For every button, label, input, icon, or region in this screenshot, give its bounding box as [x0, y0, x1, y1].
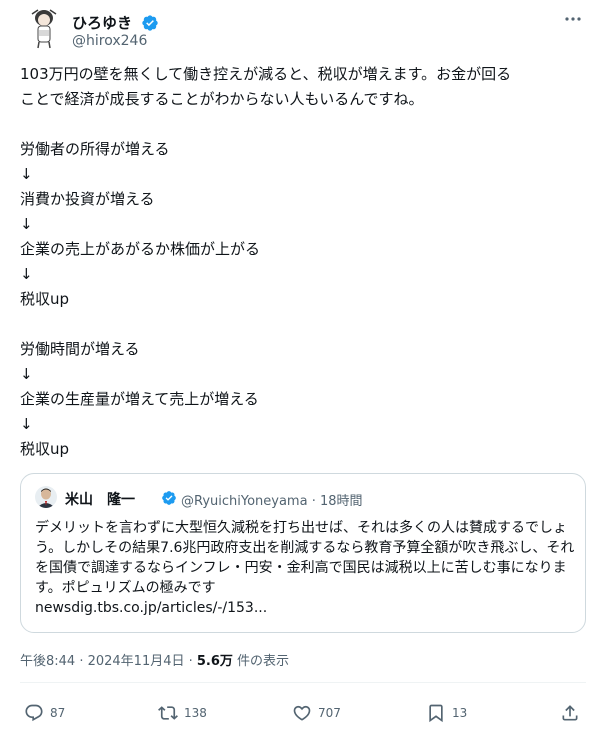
share-button[interactable]	[560, 700, 580, 726]
tweet-line	[20, 312, 586, 337]
tweet-line: 労働時間が増える	[20, 340, 140, 358]
quoted-tweet-body: デメリットを言わずに大型恒久減税を打ち出せば、それは多くの人は賛成するでしょう。…	[35, 520, 575, 596]
tweet-line: 企業の生産量が増えて売上が増える	[20, 390, 259, 408]
tweet-line: ↓	[20, 265, 33, 283]
bookmark-count: 13	[452, 706, 468, 720]
tweet-line: 税収up	[20, 440, 70, 458]
tweet-timestamp[interactable]: 午後8:44 · 2024年11月4日 ·	[20, 654, 197, 669]
bookmark-icon	[429, 704, 443, 723]
tweet-line: ↓	[20, 215, 33, 233]
quoted-author-handle-time: @RyuichiYoneyama · 18時間	[181, 494, 363, 509]
quoted-author-name[interactable]: 米山 隆一	[65, 489, 135, 509]
like-button[interactable]: 707	[292, 700, 341, 726]
reply-count: 87	[50, 706, 66, 720]
tweet-line: 企業の売上があがるか株価が上がる	[20, 240, 261, 258]
view-label: 件の表示	[232, 654, 290, 669]
tweet-line: 労働者の所得が増える	[20, 140, 170, 158]
quoted-author-avatar[interactable]	[35, 486, 57, 508]
reply-button[interactable]: 87	[24, 700, 65, 726]
tweet-line: ことで経済が成長することがわからない人もいるんですね。	[20, 90, 424, 108]
like-icon	[293, 705, 311, 721]
repost-button[interactable]: 138	[158, 700, 207, 726]
tweet-line	[20, 112, 586, 137]
quoted-tweet-link[interactable]: newsdig.tbs.co.jp/articles/-/153...	[35, 598, 575, 618]
tweet-header: ひろゆき @hirox246	[20, 6, 588, 50]
author-display-name[interactable]: ひろゆき	[72, 12, 132, 33]
repost-count: 138	[184, 706, 207, 720]
verified-badge-icon	[161, 490, 177, 506]
tweet-text: 103万円の壁を無くして働き控えが減ると、税収が増えます。お金が回る ことで経済…	[20, 62, 586, 462]
more-icon[interactable]	[562, 10, 584, 28]
verified-badge-icon	[141, 14, 159, 32]
tweet-line: ↓	[20, 165, 33, 183]
tweet-line: ↓	[20, 415, 33, 433]
author-handle[interactable]: @hirox246	[72, 33, 147, 49]
quoted-tweet-card[interactable]: 米山 隆一 @RyuichiYoneyama · 18時間 デメリットを言わずに…	[20, 473, 586, 633]
share-icon	[562, 705, 578, 721]
like-count: 707	[318, 706, 341, 720]
tweet-line: ↓	[20, 365, 33, 383]
action-bar: 87 138 707 13	[20, 700, 586, 726]
tweet-line: 消費か投資が増える	[20, 190, 155, 208]
bookmark-button[interactable]: 13	[426, 700, 467, 726]
quoted-tweet-text: デメリットを言わずに大型恒久減税を打ち出せば、それは多くの人は賛成するでしょう。…	[35, 518, 575, 618]
repost-icon	[158, 706, 178, 720]
reply-icon	[25, 704, 43, 722]
view-count: 5.6万	[196, 654, 233, 669]
tweet-meta: 午後8:44 · 2024年11月4日 · 5.6万 件の表示	[20, 650, 289, 669]
divider	[20, 682, 586, 683]
tweet-line: 103万円の壁を無くして働き控えが減ると、税収が増えます。お金が回る	[20, 65, 512, 83]
author-avatar[interactable]	[24, 6, 64, 50]
tweet-line: 税収up	[20, 290, 70, 308]
